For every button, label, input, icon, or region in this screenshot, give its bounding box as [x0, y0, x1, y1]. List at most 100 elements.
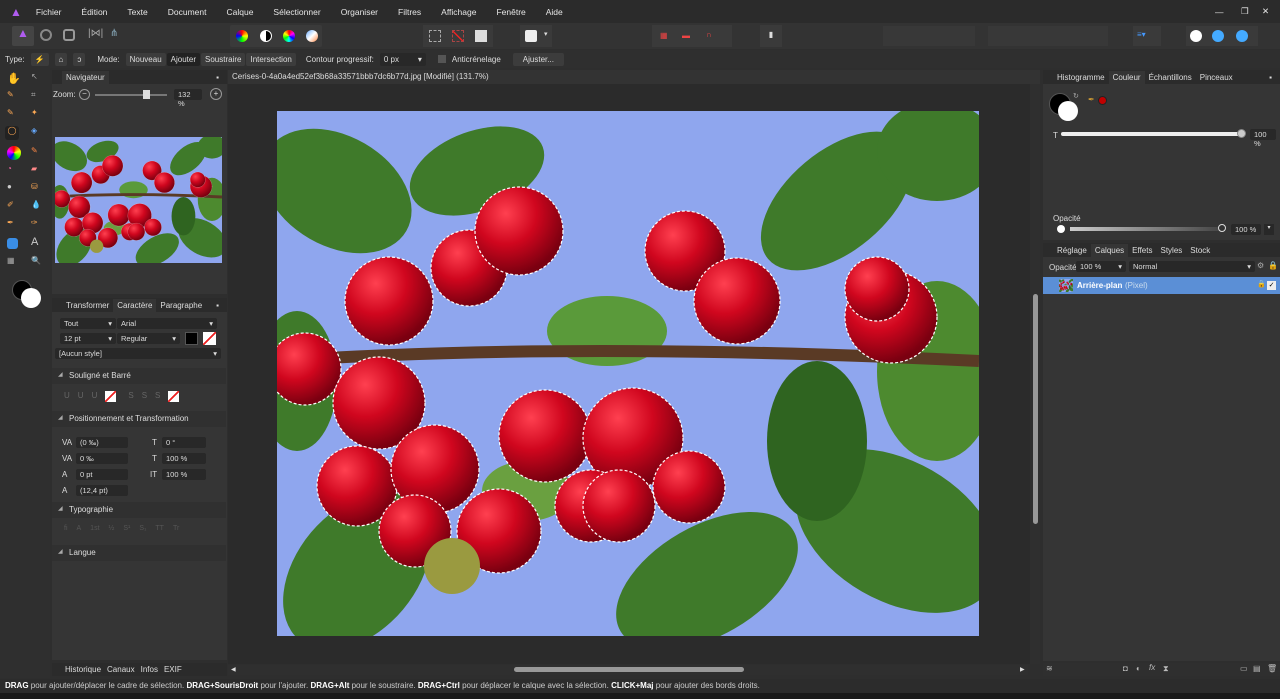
panel-menu-icon[interactable]: ▪: [212, 71, 223, 84]
shape-tool-icon[interactable]: [7, 238, 18, 249]
eraser-tool-icon[interactable]: ▰: [31, 164, 45, 178]
tab-transformer[interactable]: Transformer: [62, 299, 113, 312]
feather-input[interactable]: 0 px ▾: [379, 52, 426, 66]
app-logo-icon[interactable]: ▲: [10, 5, 22, 19]
menu-document[interactable]: Document: [168, 7, 207, 17]
horizontal-scroll-thumb[interactable]: [514, 667, 744, 672]
menu-texte[interactable]: Texte: [127, 7, 147, 17]
tab-effets[interactable]: Effets: [1128, 244, 1156, 257]
scope-select[interactable]: Tout ▾: [60, 318, 116, 329]
layers-stack-icon[interactable]: ≋: [1046, 664, 1053, 673]
close-button[interactable]: ✕: [1262, 6, 1269, 17]
menu-edition[interactable]: Édition: [81, 7, 107, 17]
hand-tool-icon[interactable]: ✋: [7, 72, 21, 86]
crop-tool-icon[interactable]: ⌗: [31, 90, 45, 104]
type-rect-button[interactable]: ⚡: [30, 52, 49, 66]
ligature-button[interactable]: fi: [64, 525, 68, 532]
secondary-color-swatch[interactable]: [21, 288, 41, 308]
pen-tool-icon[interactable]: ✒: [7, 218, 21, 232]
brush-tool-icon[interactable]: ✎: [7, 90, 21, 104]
blend-mode-select[interactable]: Normal ▾: [1129, 261, 1255, 272]
skew-field[interactable]: 0 °: [162, 437, 206, 448]
menu-fichier[interactable]: Fichier: [36, 7, 62, 17]
font-weight-select[interactable]: Regular ▾: [117, 333, 180, 344]
mode-nouveau[interactable]: Nouveau: [125, 52, 166, 66]
type-polygon-button[interactable]: ⌂: [54, 52, 68, 66]
document-tab[interactable]: Cerises-0-4a0a4ed52ef3b68a33571bbb7dc6b7…: [228, 70, 1040, 84]
menu-fenetre[interactable]: Fenêtre: [496, 7, 525, 17]
vertical-scrollbar[interactable]: [1030, 84, 1040, 664]
stroke-color-swatch[interactable]: [1058, 101, 1078, 121]
arrange-buttons[interactable]: [883, 26, 975, 46]
mode-intersection[interactable]: Intersection: [246, 52, 296, 66]
levels-icon[interactable]: [236, 30, 248, 42]
persona-export-icon[interactable]: ⋔: [110, 28, 118, 39]
text-color-swatch[interactable]: [185, 332, 198, 345]
tab-calques[interactable]: Calques: [1090, 244, 1129, 257]
lasso-tool-icon[interactable]: ◯: [5, 126, 19, 140]
tint-slider-handle[interactable]: [1237, 129, 1246, 138]
zoom-slider[interactable]: [95, 90, 167, 99]
menu-filtres[interactable]: Filtres: [398, 7, 421, 17]
tab-stock[interactable]: Stock: [1186, 244, 1214, 257]
zoom-in-button[interactable]: +: [210, 88, 222, 100]
kerning-field[interactable]: (0 ‰): [76, 437, 128, 448]
photo-canvas[interactable]: [277, 111, 979, 636]
opacity-value[interactable]: 100 %: [1231, 224, 1261, 235]
superscript-button[interactable]: S¹: [123, 525, 130, 532]
paint-brush-icon[interactable]: ✎: [31, 146, 45, 160]
layer-lock-icon[interactable]: 🔒: [1257, 280, 1266, 288]
minimize-button[interactable]: —: [1215, 7, 1224, 17]
deselect-icon[interactable]: [452, 30, 464, 42]
live-filter-icon[interactable]: ⧗: [1163, 664, 1169, 674]
tab-echantillons[interactable]: Échantillons: [1145, 71, 1196, 84]
adjust-button[interactable]: Ajuster...: [512, 52, 564, 66]
strike-color-swatch[interactable]: [168, 391, 180, 402]
mesh-warp-icon[interactable]: ▦: [7, 256, 21, 270]
tab-infos[interactable]: Infos: [138, 665, 161, 674]
quick-mask-button[interactable]: ▾: [520, 25, 552, 47]
horizontal-scrollbar[interactable]: ◀ ▶: [228, 665, 1028, 675]
tab-pinceaux[interactable]: Pinceaux: [1196, 71, 1237, 84]
menu-calque[interactable]: Calque: [226, 7, 253, 17]
underline-color-swatch[interactable]: [105, 391, 117, 402]
picked-color-swatch[interactable]: [1098, 96, 1107, 105]
canvas-area[interactable]: ◀ ▶: [228, 84, 1040, 675]
strike-single-button[interactable]: S: [128, 391, 133, 402]
layer-row[interactable]: Arrière-plan (Pixel) 🔒 ✓: [1043, 277, 1280, 294]
node-tool-icon[interactable]: ✑: [31, 218, 45, 232]
section-underline[interactable]: Souligné et Barré: [52, 368, 226, 384]
underline-word-button[interactable]: U: [92, 391, 98, 402]
fill-tool-icon[interactable]: ◈: [31, 126, 45, 140]
persona-liquify-icon[interactable]: [40, 29, 52, 41]
dodge-tool-icon[interactable]: ●: [7, 182, 21, 196]
scroll-left-arrow[interactable]: ◀: [231, 666, 236, 673]
menu-affichage[interactable]: Affichage: [441, 7, 476, 17]
mode-ajouter[interactable]: Ajouter: [166, 52, 201, 66]
fraction-button[interactable]: ½: [109, 525, 115, 532]
persona-develop-icon[interactable]: [63, 29, 75, 41]
white-balance-icon[interactable]: [306, 30, 318, 42]
opacity-slider[interactable]: [1070, 224, 1226, 232]
mode-soustraire[interactable]: Soustraire: [201, 52, 246, 66]
move-tool-icon[interactable]: ↖: [31, 72, 45, 86]
tab-paragraphe[interactable]: Paragraphe: [156, 299, 206, 312]
zoom-value[interactable]: 132 %: [174, 89, 202, 108]
vertical-scroll-thumb[interactable]: [1033, 294, 1038, 524]
blur-tool-icon[interactable]: 💧: [31, 200, 45, 214]
add-layer-icon[interactable]: ▤: [1253, 664, 1261, 673]
tab-canaux[interactable]: Canaux: [104, 665, 138, 674]
section-language[interactable]: Langue: [52, 545, 226, 561]
panel-menu-icon[interactable]: ▪: [1265, 71, 1276, 84]
layer-opacity-select[interactable]: 100 % ▾: [1076, 261, 1126, 272]
zoom-out-button[interactable]: −: [79, 89, 90, 100]
tab-reglage[interactable]: Réglage: [1053, 244, 1091, 257]
leading-field[interactable]: (12,4 pt): [76, 485, 128, 496]
opacity-dropdown[interactable]: ▾: [1264, 224, 1274, 235]
tint-slider[interactable]: [1061, 129, 1246, 138]
style-select[interactable]: [Aucun style] ▾: [55, 348, 221, 359]
menu-selectionner[interactable]: Sélectionner: [273, 7, 320, 17]
hscale-field[interactable]: 100 %: [162, 469, 206, 480]
zoom-slider-handle[interactable]: [142, 90, 150, 99]
retouch-tool-icon[interactable]: ◔: [7, 164, 21, 178]
